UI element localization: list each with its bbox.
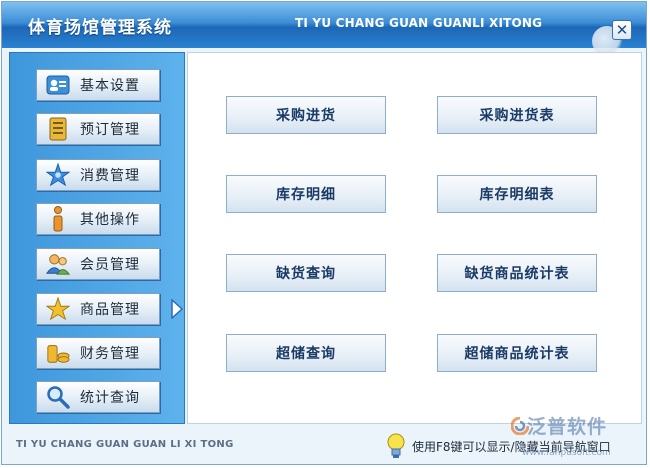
- watermark-url: www.fanpusoft.com: [522, 448, 611, 458]
- magnifier-icon: [46, 385, 70, 409]
- inventory-detail-button[interactable]: 库存明细: [226, 175, 386, 213]
- purchase-report-button[interactable]: 采购进货表: [437, 96, 597, 134]
- notebook-icon: [46, 117, 70, 141]
- sidebar-item-label: 商品管理: [80, 302, 140, 318]
- sidebar-item-finance[interactable]: 财务管理: [36, 337, 160, 369]
- app-title-pinyin: TI YU CHANG GUAN GUANLI XITONG: [295, 16, 543, 30]
- shortage-report-button[interactable]: 缺货商品统计表: [437, 254, 597, 292]
- users-icon: [46, 252, 70, 276]
- sidebar-item-label: 其他操作: [80, 212, 140, 228]
- sidebar-item-label: 消费管理: [80, 168, 140, 184]
- sidebar-item-other-ops[interactable]: 其他操作: [36, 203, 160, 235]
- sidebar-item-label: 会员管理: [80, 257, 140, 273]
- overstock-report-button[interactable]: 超储商品统计表: [437, 334, 597, 372]
- star-shine-icon: [46, 162, 70, 187]
- inventory-detail-report-button[interactable]: 库存明细表: [437, 175, 597, 213]
- coins-icon: [46, 341, 70, 365]
- id-card-icon: [46, 73, 70, 97]
- sidebar-item-basic-settings[interactable]: 基本设置: [36, 69, 160, 101]
- shortage-query-button[interactable]: 缺货查询: [226, 254, 386, 292]
- info-person-icon: [46, 206, 70, 232]
- overstock-query-button[interactable]: 超储查询: [226, 334, 386, 372]
- sidebar-item-statistics[interactable]: 统计查询: [36, 381, 160, 413]
- sidebar-item-goods[interactable]: 商品管理: [36, 293, 160, 325]
- purchase-button[interactable]: 采购进货: [226, 96, 386, 134]
- title-bar: 体育场馆管理系统 TI YU CHANG GUAN GUANLI XITONG …: [2, 2, 646, 56]
- sidebar-item-label: 财务管理: [80, 346, 140, 362]
- sidebar-item-label: 预订管理: [80, 122, 140, 138]
- star-icon: [46, 296, 70, 321]
- watermark-text: 泛普软件: [527, 416, 608, 438]
- sidebar-item-consumption[interactable]: 消费管理: [36, 159, 160, 191]
- sidebar-item-members[interactable]: 会员管理: [36, 248, 160, 280]
- sidebar-item-booking[interactable]: 预订管理: [36, 113, 160, 145]
- app-title: 体育场馆管理系统: [28, 18, 172, 38]
- app-window: 体育场馆管理系统 TI YU CHANG GUAN GUANLI XITONG …: [1, 1, 647, 465]
- expand-arrow-icon[interactable]: [170, 299, 184, 319]
- sidebar-item-label: 统计查询: [80, 390, 140, 406]
- footer-pinyin-title: TI YU CHANG GUAN GUAN LI XI TONG: [16, 439, 234, 450]
- close-button[interactable]: ✕: [612, 20, 632, 40]
- sidebar-item-label: 基本设置: [80, 78, 140, 94]
- sidebar-nav: 基本设置 预订管理 消费管理 其他操作 会员管理 商品管理 财务管理 统计查询: [9, 52, 185, 424]
- function-panel: 采购进货 采购进货表 库存明细 库存明细表 缺货查询 缺货商品统计表 超储查询 …: [187, 52, 642, 424]
- lightbulb-icon: [387, 433, 405, 458]
